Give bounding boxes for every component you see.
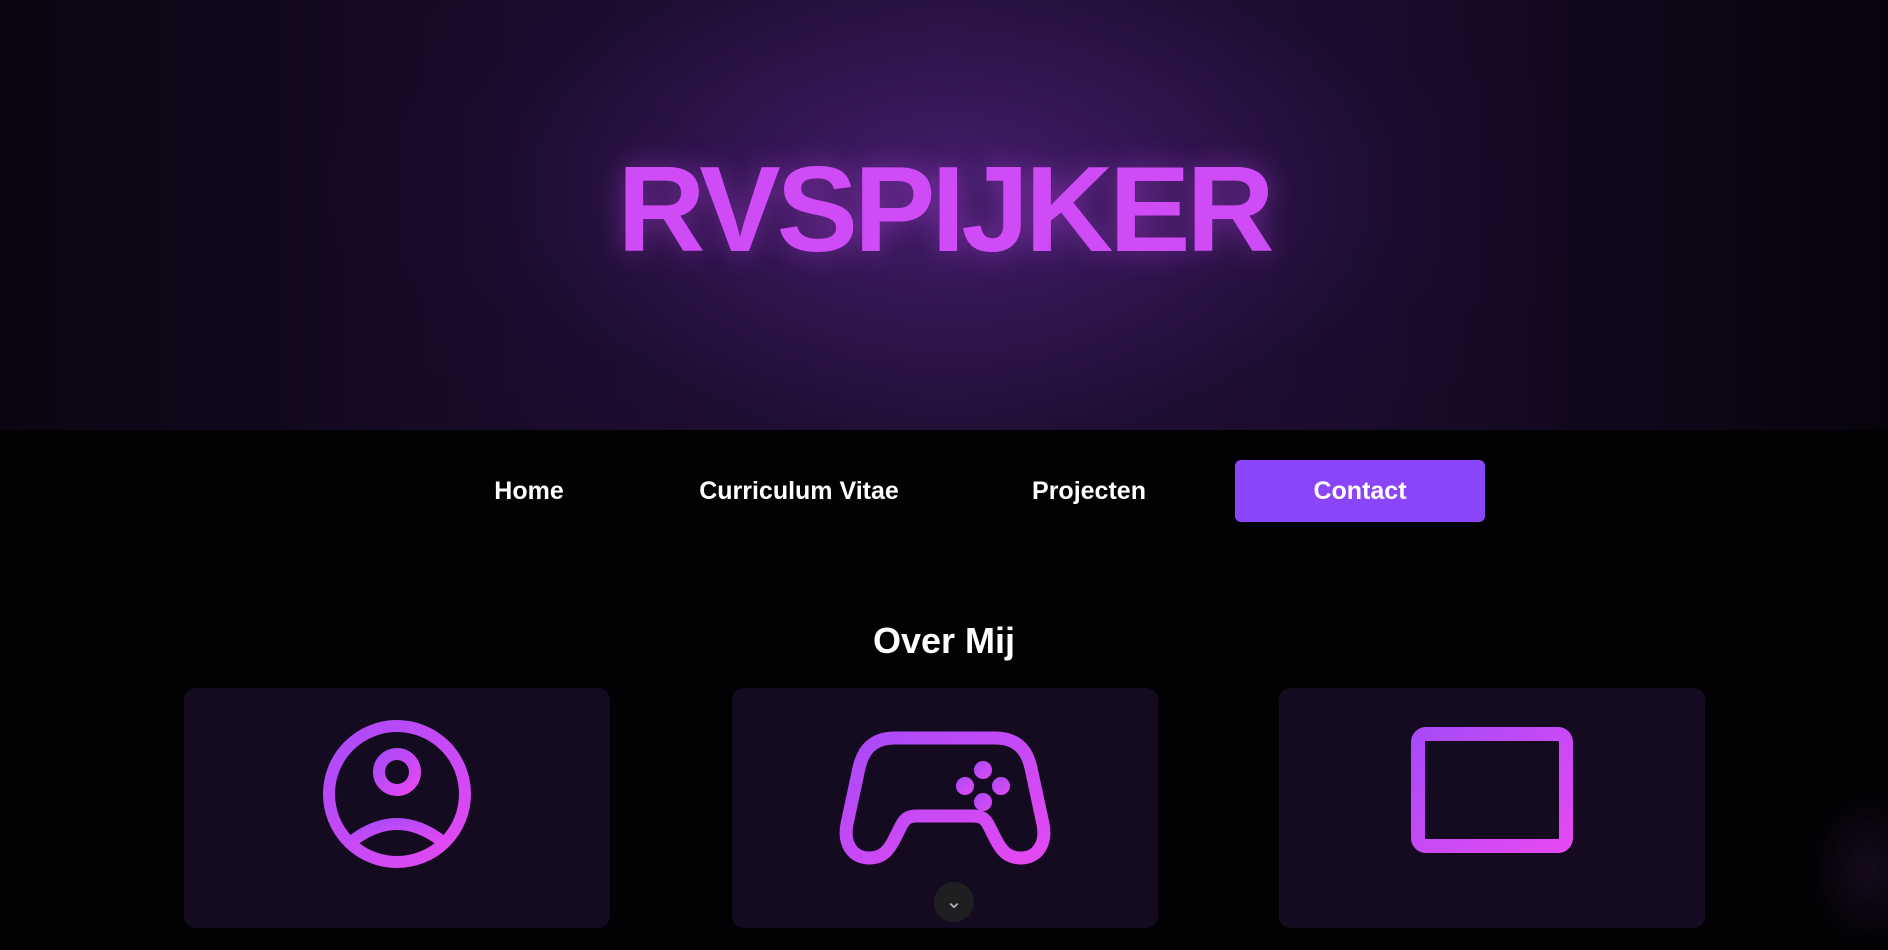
hero-banner: RVSPIJKER [0,0,1888,430]
about-card-computer [1279,688,1705,928]
chevron-down-icon: ⌄ [946,889,963,913]
nav-item-curriculum-vitae[interactable]: Curriculum Vitae [680,460,918,522]
user-circle-icon [317,714,477,874]
main-nav: Home Curriculum Vitae Projecten Contact [0,460,1888,522]
scroll-down-button[interactable]: ⌄ [934,882,974,922]
site-title: RVSPIJKER [0,148,1888,270]
corner-decoration [1808,790,1888,950]
nav-item-home[interactable]: Home [470,460,588,522]
laptop-icon [1397,714,1587,874]
section-title-over-mij: Over Mij [0,620,1888,662]
nav-item-contact[interactable]: Contact [1235,460,1485,522]
about-card-profile [184,688,610,928]
nav-item-projecten[interactable]: Projecten [1010,460,1168,522]
gamepad-icon [835,714,1055,874]
